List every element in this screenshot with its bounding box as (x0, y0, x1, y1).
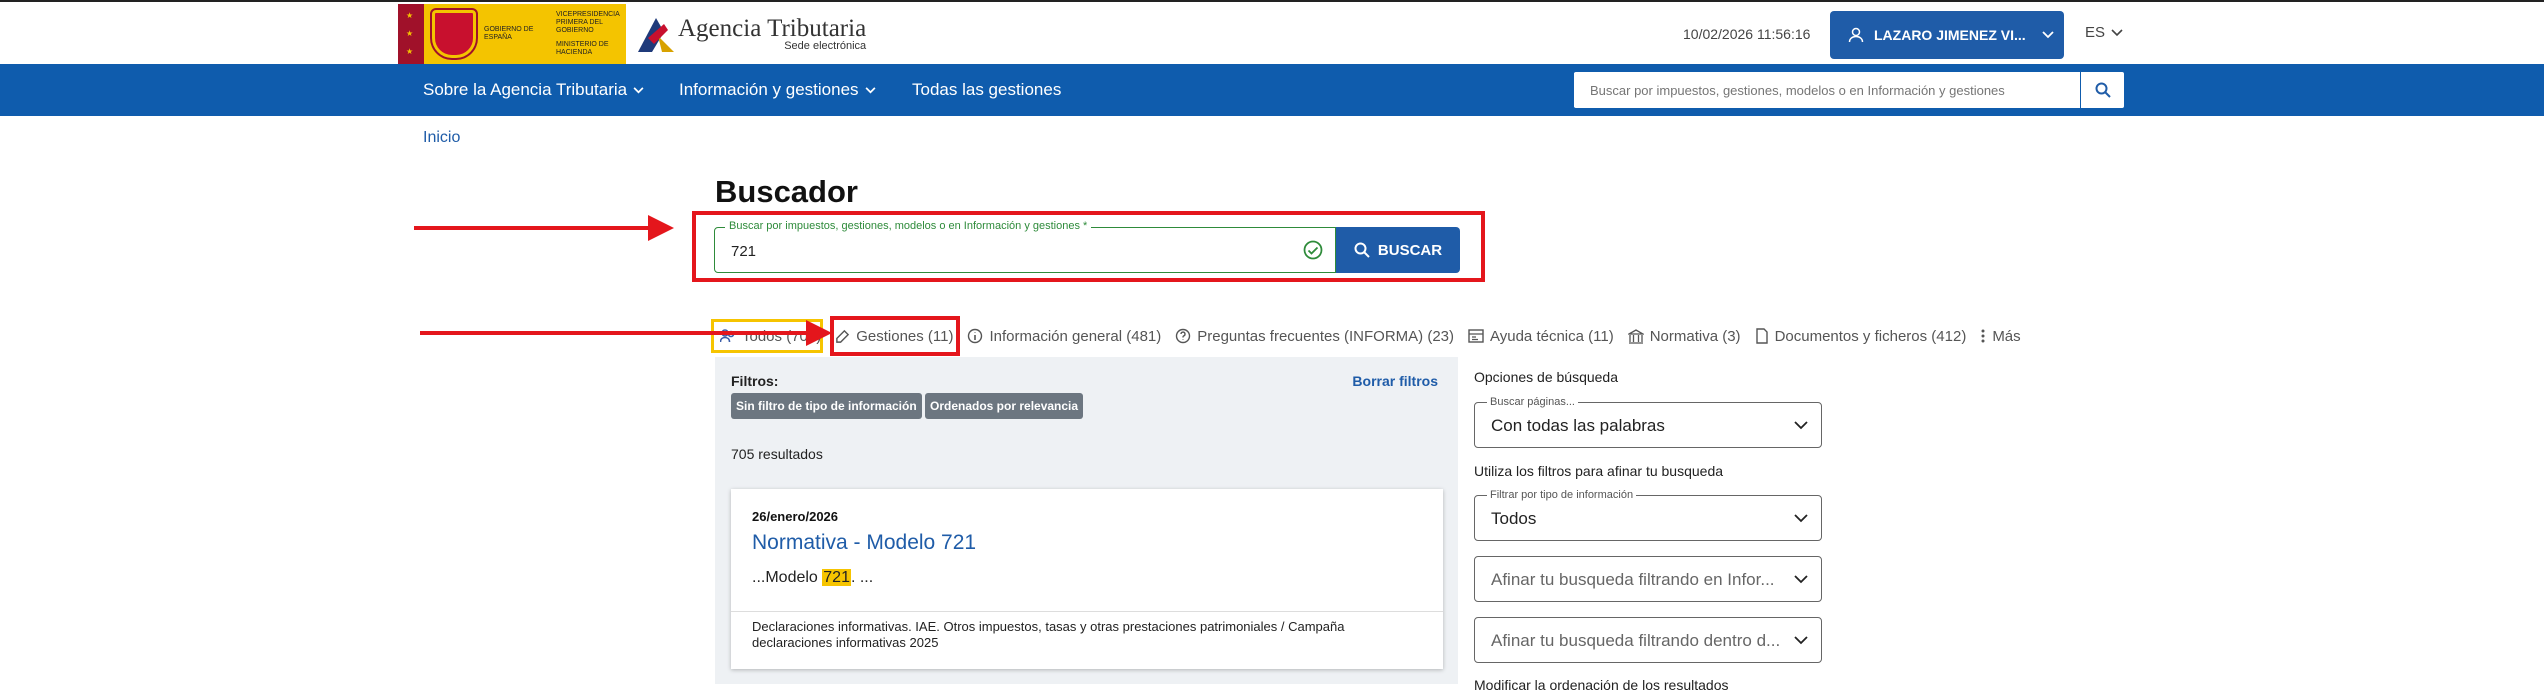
chevron-down-icon (633, 86, 644, 93)
language-selector[interactable]: ES (2085, 24, 2123, 41)
search-pages-label: Buscar páginas... (1487, 396, 1578, 408)
result-title-link[interactable]: Normativa - Modelo 721 (752, 531, 976, 555)
top-header: ★ ★ ★ GOBIERNO DE ESPAÑA VICEPRESIDENCIA P… (0, 0, 2544, 64)
annotation-box-gestiones (830, 316, 960, 356)
filters-label: Filtros: (731, 373, 779, 389)
user-menu-button[interactable]: LAZARO JIMENEZ VI... (1830, 11, 2064, 59)
breadcrumb-inicio[interactable]: Inicio (423, 129, 460, 147)
search-field-value: 721 (731, 243, 757, 260)
chevron-down-icon (2042, 31, 2054, 39)
results-count: 705 resultados (731, 446, 823, 462)
session-datetime: 10/02/2026 11:56:16 (1683, 26, 1811, 42)
search-field[interactable]: Buscar por impuestos, gestiones, modelos… (714, 220, 1336, 273)
result-snippet-highlight: 721 (822, 569, 851, 586)
results-panel: Filtros: Borrar filtros Sin filtro de ti… (715, 357, 1458, 684)
clear-filters-link[interactable]: Borrar filtros (1352, 373, 1438, 389)
nav-item-todas-gestiones[interactable]: Todas las gestiones (912, 80, 1061, 100)
filter-chip-tipo[interactable]: Sin filtro de tipo de información (731, 393, 922, 419)
filter-hint: Utiliza los filtros para afinar tu busqu… (1474, 463, 1724, 479)
info-type-value: Todos (1491, 509, 1537, 528)
refine-within-select[interactable]: Afinar tu busqueda filtrando dentro d... (1474, 617, 1822, 663)
ministry-logo-text: VICEPRESIDENCIA PRIMERA DEL GOBIERNO MIN… (556, 11, 620, 56)
refine-within-placeholder: Afinar tu busqueda filtrando dentro d... (1491, 631, 1781, 650)
search-button[interactable]: BUSCAR (1336, 227, 1460, 273)
info-icon (968, 328, 983, 344)
result-category-path: Declaraciones informativas. IAE. Otros i… (752, 619, 1345, 650)
question-icon (1176, 328, 1191, 344)
chevron-down-icon (2111, 28, 2123, 36)
chevron-down-icon (1794, 421, 1808, 430)
result-snippet: ...Modelo 721. ... (752, 569, 874, 586)
government-logo[interactable]: ★ ★ ★ GOBIERNO DE ESPAÑA VICEPRESIDENCIA P… (398, 4, 626, 64)
annotation-arrow-gestiones (420, 331, 818, 335)
header-search-input[interactable] (1574, 73, 2080, 107)
tab-ayuda-tecnica[interactable]: Ayuda técnica (11) (1468, 328, 1614, 345)
search-pages-select[interactable]: Buscar páginas... Con todas las palabras (1474, 396, 1822, 448)
check-circle-icon (1303, 240, 1323, 260)
search-options-heading: Opciones de búsqueda (1474, 369, 1618, 385)
info-type-label: Filtrar por tipo de información (1487, 489, 1637, 501)
language-label: ES (2085, 24, 2106, 41)
agency-name: Agencia Tributaria (678, 15, 867, 42)
building-icon (1627, 328, 1644, 344)
search-field-label: Buscar por impuestos, gestiones, modelos… (725, 220, 1092, 232)
refine-info-placeholder: Afinar tu busqueda filtrando en Infor... (1491, 570, 1775, 589)
card-icon (1468, 329, 1484, 343)
result-divider (731, 611, 1443, 612)
annotation-arrowhead-search (648, 215, 674, 241)
annotation-arrowhead-gestiones (806, 320, 832, 346)
tab-preguntas-frecuentes[interactable]: Preguntas frecuentes (INFORMA) (23) (1175, 328, 1454, 345)
result-date: 26/enero/2026 (752, 509, 839, 524)
document-icon (1755, 328, 1768, 344)
refine-info-select[interactable]: Afinar tu busqueda filtrando en Infor... (1474, 556, 1822, 602)
header-search (1574, 72, 2124, 108)
aeat-mark-icon (634, 12, 678, 56)
nav-item-informacion-gestiones[interactable]: Información y gestiones (679, 80, 876, 100)
nav-item-sobre-agencia[interactable]: Sobre la Agencia Tributaria (423, 80, 644, 100)
result-card[interactable]: 26/enero/2026 Normativa - Modelo 721 ...… (731, 489, 1443, 669)
more-icon (1981, 329, 1985, 343)
chevron-down-icon (865, 86, 876, 93)
agency-logo[interactable]: Agencia Tributaria Sede electrónica (634, 12, 866, 56)
annotation-arrow-search (414, 226, 650, 230)
eu-flag-icon: ★ ★ ★ (398, 4, 424, 64)
search-icon (2095, 82, 2111, 98)
chevron-down-icon (1794, 575, 1808, 584)
user-name: LAZARO JIMENEZ VI... (1874, 27, 2026, 43)
coat-of-arms-icon (432, 10, 476, 58)
tab-informacion-general[interactable]: Información general (481) (967, 328, 1161, 345)
user-icon (1848, 27, 1864, 43)
tab-mas[interactable]: Más (1980, 328, 2021, 345)
search-button-label: BUSCAR (1377, 241, 1443, 259)
gov-logo-text: GOBIERNO DE ESPAÑA (484, 26, 534, 41)
info-type-select[interactable]: Filtrar por tipo de información Todos (1474, 489, 1822, 541)
page-title: Buscador (715, 174, 858, 209)
chevron-down-icon (1794, 514, 1808, 523)
search-pages-value: Con todas las palabras (1491, 416, 1665, 435)
chevron-down-icon (1794, 636, 1808, 645)
tab-documentos-ficheros[interactable]: Documentos y ficheros (412) (1755, 328, 1966, 345)
sort-heading: Modificar la ordenación de los resultado… (1474, 677, 1729, 693)
search-icon (1354, 242, 1370, 258)
tab-normativa[interactable]: Normativa (3) (1627, 328, 1741, 345)
main-navbar: Sobre la Agencia Tributaria Información … (0, 64, 2544, 116)
header-search-button[interactable] (2080, 72, 2124, 108)
filter-chip-orden[interactable]: Ordenados por relevancia (925, 393, 1084, 419)
